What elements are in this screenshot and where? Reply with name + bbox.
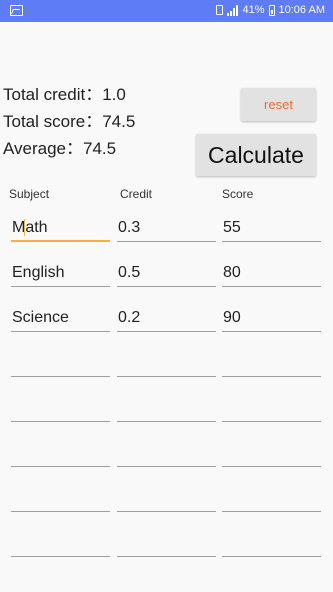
score-input[interactable]	[222, 439, 321, 467]
calculate-button[interactable]: Calculate	[196, 134, 316, 176]
credit-input[interactable]: 0.5	[117, 259, 216, 287]
image-notification-icon	[10, 5, 23, 16]
subject-input[interactable]	[11, 349, 110, 377]
status-bar: 41% 10:06 AM	[0, 0, 333, 22]
battery-icon	[268, 4, 275, 16]
signal-strength-icon	[227, 4, 239, 16]
total-score-value: 74.5	[102, 112, 136, 131]
reset-button[interactable]: reset	[241, 88, 316, 121]
subject-input[interactable]	[11, 529, 110, 557]
total-credit-label: Total credit：	[3, 85, 103, 104]
score-input[interactable]: 90	[222, 304, 321, 332]
total-score-label: Total score：	[3, 112, 103, 131]
total-credit-line: Total credit：1.0	[3, 80, 126, 105]
text-cursor	[24, 219, 25, 236]
sim-card-icon	[216, 5, 224, 15]
average-value: 74.5	[83, 139, 117, 158]
credit-input[interactable]: 0.2	[117, 304, 216, 332]
credit-input[interactable]	[117, 349, 216, 377]
subject-input[interactable]	[11, 484, 110, 512]
credit-input[interactable]	[117, 394, 216, 422]
total-score-line: Total score：74.5	[3, 107, 135, 132]
score-input[interactable]	[222, 484, 321, 512]
score-column-header: Score	[222, 187, 254, 201]
subject-column-header: Subject	[9, 187, 50, 201]
credit-input[interactable]	[117, 439, 216, 467]
subject-input[interactable]: Math	[11, 214, 110, 242]
average-line: Average：74.5	[3, 134, 116, 159]
subject-input[interactable]	[11, 394, 110, 422]
credit-input[interactable]	[117, 529, 216, 557]
credit-column-header: Credit	[120, 187, 153, 201]
subject-input[interactable]	[11, 439, 110, 467]
score-input[interactable]	[222, 349, 321, 377]
subject-input[interactable]: English	[11, 259, 110, 287]
clock: 10:06 AM	[278, 4, 325, 16]
credit-input[interactable]	[117, 484, 216, 512]
score-input[interactable]: 80	[222, 259, 321, 287]
score-input[interactable]	[222, 394, 321, 422]
score-input[interactable]: 55	[222, 214, 321, 242]
battery-percent: 41%	[242, 4, 265, 16]
subject-input[interactable]: Science	[11, 304, 110, 332]
credit-input[interactable]: 0.3	[117, 214, 216, 242]
total-credit-value: 1.0	[102, 85, 126, 104]
average-label: Average：	[3, 139, 84, 158]
score-input[interactable]	[222, 529, 321, 557]
